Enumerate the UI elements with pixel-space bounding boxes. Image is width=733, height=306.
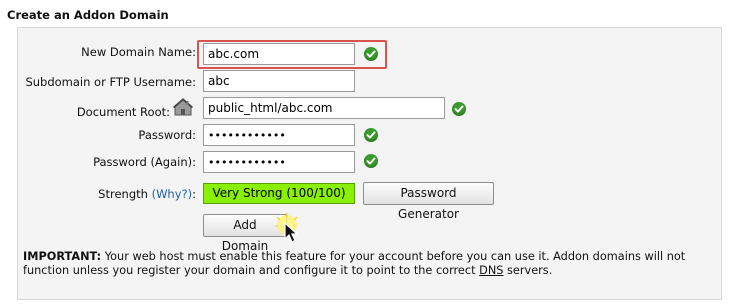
section-title: Create an Addon Domain <box>7 8 169 22</box>
notice-text-2: servers. <box>503 264 553 277</box>
strength-label-row: Strength (Why?): <box>40 187 196 201</box>
document-root-input[interactable] <box>203 97 445 119</box>
password-label: Password: <box>138 128 196 142</box>
subdomain-input[interactable] <box>203 70 355 92</box>
password-generator-button[interactable]: Password Generator <box>363 182 494 221</box>
password-valid-check-icon <box>364 128 378 142</box>
pointer-cursor-icon <box>275 213 299 243</box>
new-domain-label: New Domain Name: <box>81 45 196 59</box>
strength-label: Strength <box>98 187 148 201</box>
subdomain-label: Subdomain or FTP Username: <box>25 75 196 89</box>
password-again-input[interactable] <box>203 151 355 173</box>
why-link[interactable]: (Why?) <box>152 187 193 201</box>
domain-valid-check-icon <box>364 47 378 61</box>
home-folder-icon <box>172 98 194 116</box>
password-strength-meter: Very Strong (100/100) <box>203 183 355 204</box>
important-label: IMPORTANT: <box>23 250 102 263</box>
new-domain-input[interactable] <box>203 43 355 65</box>
password-input[interactable] <box>203 124 355 146</box>
dns-abbr: DNS <box>479 264 504 277</box>
document-root-label: Document Root: <box>76 105 170 119</box>
strength-colon: : <box>192 187 196 201</box>
password-again-label: Password (Again): <box>93 155 196 169</box>
docroot-valid-check-icon <box>452 102 466 116</box>
password-again-valid-check-icon <box>364 154 378 168</box>
notice-text-1: Your web host must enable this feature f… <box>23 250 686 277</box>
important-notice: IMPORTANT: Your web host must enable thi… <box>23 250 717 278</box>
